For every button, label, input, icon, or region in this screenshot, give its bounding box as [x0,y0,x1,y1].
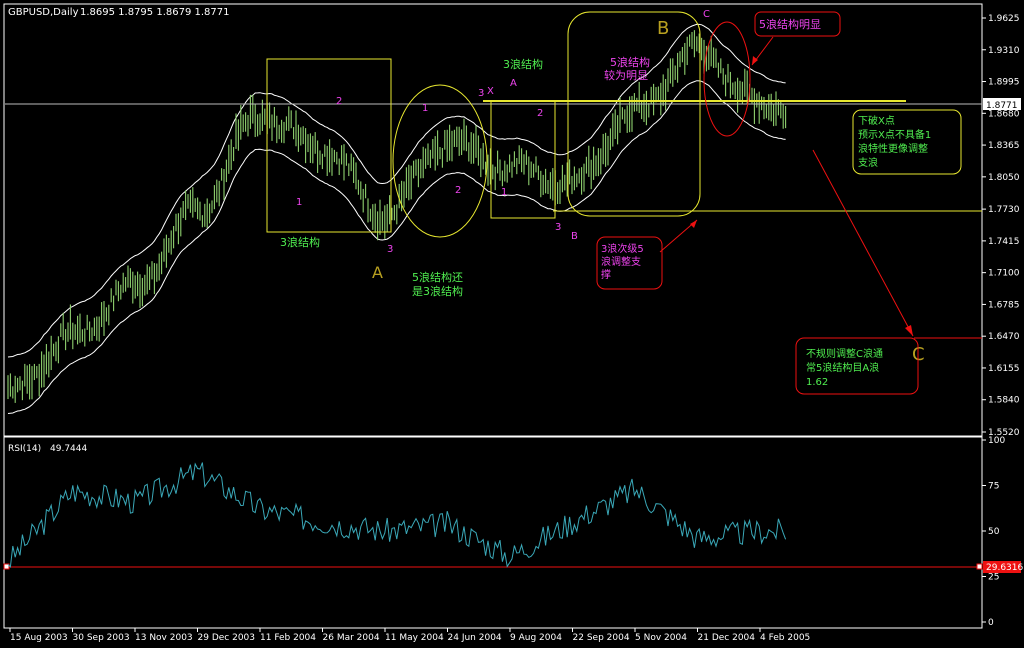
red-note-2-line1: 3浪次级5 [601,242,644,255]
date-tick-label: 4 Feb 2005 [760,633,810,643]
wave-box-2 [490,100,556,219]
box1-label: 3浪结构 [280,235,320,249]
x-mark: X [487,86,494,97]
red-note-3-line3: 1.62 [806,377,828,388]
b-mark-small: B [571,231,578,242]
symbol-label: GBPUSD,Daily [8,7,79,18]
price-tick-label: 1.9310 [988,46,1020,56]
date-tick-label: 13 Nov 2003 [135,633,193,643]
yellow-note-line1: 下破X点 [858,114,895,127]
red-note-2-line3: 撑 [601,268,611,281]
red-note-3-line1: 不规则调整C浪通 [806,347,883,360]
rsi-axis: 100 75 50 25 0 [982,436,1005,628]
ohlc-label: 1.8695 1.8795 1.8679 1.8771 [80,7,230,18]
chart-canvas: GBPUSD,Daily 1.8695 1.8795 1.8679 1.8771… [3,3,1023,643]
box2-wave-3: 3 [555,222,561,233]
date-tick-label: 15 Aug 2003 [10,633,68,643]
box1-wave-1: 1 [296,197,302,208]
price-tick-label: 1.8050 [988,173,1020,183]
date-tick-label: 29 Dec 2003 [198,633,256,643]
rsi-label: RSI(14) [8,444,41,454]
current-price-label: 1.8771 [986,101,1018,111]
price-tick-label: 1.8365 [988,141,1020,151]
price-tick-label: 1.6155 [988,364,1020,374]
rounded-label-line2: 较为明显 [604,68,648,82]
yellow-note-line2: 预示X点不具备1 [858,128,931,141]
rsi-level-label: 29.6316 [986,563,1023,573]
ellipse-label-line1: 5浪结构还 [412,270,463,284]
price-tick-label: 1.7100 [988,269,1020,279]
red-arrow-2-head [690,220,697,228]
date-tick-label: 11 May 2004 [385,633,444,643]
yellow-note-line4: 支浪 [858,156,878,169]
rsi-tick-label: 0 [988,618,994,628]
red-note-2-line2: 浪调整支 [601,255,641,268]
date-tick-label: 30 Sep 2003 [73,633,130,643]
price-axis: 1.96251.93101.89951.86801.83651.80501.77… [982,14,1020,438]
date-tick-label: 26 Mar 2004 [323,633,380,643]
rsi-line [7,462,787,569]
price-tick-label: 1.6470 [988,332,1020,342]
rsi-series-line [7,462,787,569]
date-tick-label: 5 Nov 2004 [635,633,687,643]
rsi-tick-label: 50 [988,527,1000,537]
rsi-tick-label: 75 [988,482,999,492]
red-note-3-line2: 常5浪结构目A浪 [806,361,879,374]
red-arrow-1-head [752,56,758,65]
date-tick-label: 22 Sep 2004 [573,633,630,643]
date-axis: 15 Aug 2003 30 Sep 2003 13 Nov 2003 29 Dec … [9,628,810,643]
price-tick-label: 1.9625 [988,14,1020,24]
date-tick-label: 9 Aug 2004 [510,633,562,643]
date-tick-label: 21 Dec 2004 [698,633,756,643]
rsi-value: 49.7444 [50,444,87,454]
ellipse-wave-3: 3 [478,88,484,99]
red-ellipse [703,21,751,137]
price-bars [7,30,787,403]
box2-wave-2: 2 [537,108,543,119]
ellipse-wave-1: 1 [422,103,428,114]
rounded-label-line1: 5浪结构 [610,55,650,69]
rsi-tick-label: 100 [988,436,1005,446]
red-arrow-3-head [905,325,913,336]
price-tick-label: 1.7730 [988,205,1020,215]
box2-top-label: 3浪结构 [503,57,543,71]
wave-letter-b: B [657,18,669,39]
box1-wave-3: 3 [387,244,393,255]
rsi-level-handle-right[interactable] [976,563,983,570]
price-tick-label: 1.7415 [988,237,1020,247]
price-tick-label: 1.5840 [988,396,1020,406]
price-tick-label: 1.8995 [988,78,1020,88]
box1-wave-2: 2 [336,96,342,107]
price-tick-label: 1.6785 [988,300,1020,310]
ellipse-wave-2: 2 [455,185,461,196]
box2-wave-1: 1 [501,187,507,198]
red-arrow-3 [812,149,914,337]
ellipse-label-line2: 是3浪结构 [412,284,463,298]
red-note-1-text: 5浪结构明显 [759,17,821,31]
wave-ellipse [392,84,488,238]
rsi-tick-label: 25 [988,573,999,583]
wave-letter-a: A [372,263,383,282]
date-tick-label: 24 Jun 2004 [448,633,502,643]
a-mark: A [510,78,517,89]
wave-rounded-box [567,11,701,217]
c-mark: C [703,9,710,20]
rsi-panel-frame [3,436,983,629]
date-tick-label: 11 Feb 2004 [260,633,316,643]
yellow-note-line3: 浪特性更像调整 [858,142,928,155]
